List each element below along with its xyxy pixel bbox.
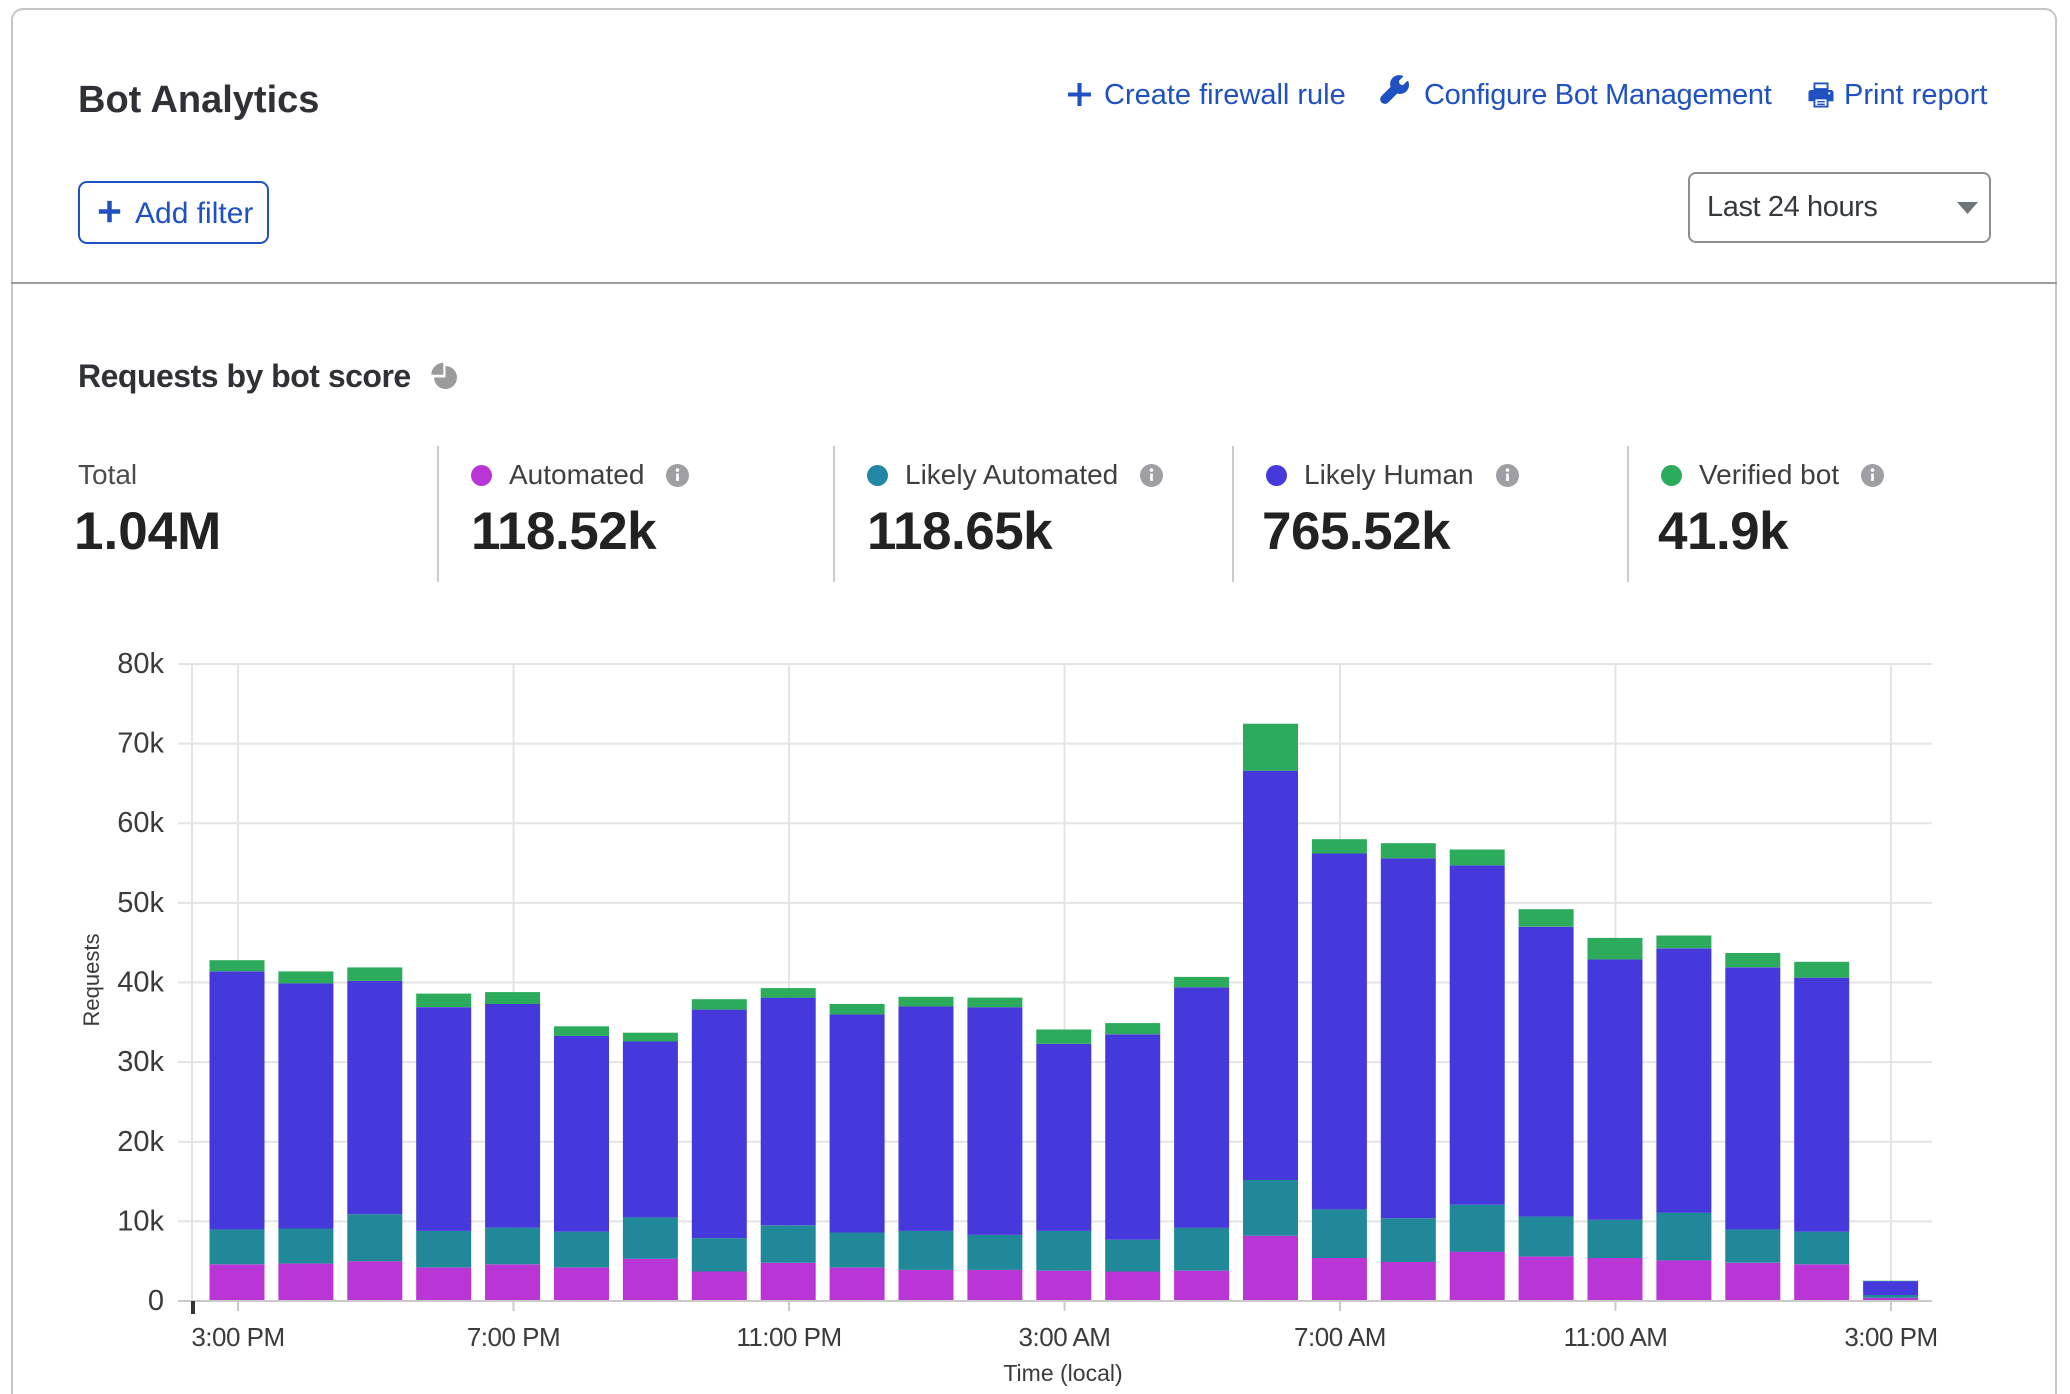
- svg-text:60k: 60k: [117, 807, 164, 839]
- svg-text:3:00 PM: 3:00 PM: [1844, 1322, 1937, 1352]
- svg-text:20k: 20k: [117, 1126, 164, 1158]
- svg-text:11:00 PM: 11:00 PM: [736, 1322, 841, 1352]
- svg-text:30k: 30k: [117, 1046, 164, 1078]
- svg-text:3:00 PM: 3:00 PM: [191, 1322, 284, 1352]
- svg-text:80k: 80k: [117, 648, 164, 680]
- svg-text:70k: 70k: [117, 728, 164, 760]
- svg-text:3:00 AM: 3:00 AM: [1019, 1322, 1111, 1352]
- svg-text:Time (local): Time (local): [1003, 1360, 1122, 1386]
- svg-text:50k: 50k: [117, 887, 164, 919]
- svg-text:40k: 40k: [117, 967, 164, 999]
- svg-text:10k: 10k: [117, 1205, 164, 1237]
- svg-text:0: 0: [148, 1285, 164, 1317]
- svg-text:7:00 AM: 7:00 AM: [1294, 1322, 1386, 1352]
- svg-text:7:00 PM: 7:00 PM: [467, 1322, 560, 1352]
- svg-text:11:00 AM: 11:00 AM: [1564, 1322, 1668, 1352]
- svg-text:Requests: Requests: [79, 934, 104, 1027]
